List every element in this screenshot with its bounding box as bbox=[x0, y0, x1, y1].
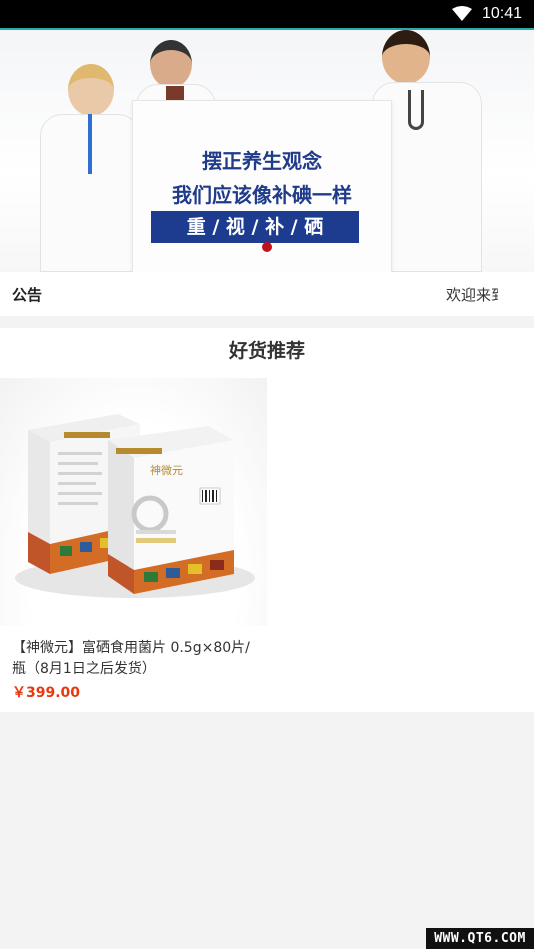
person-figure bbox=[40, 62, 140, 272]
product-price: ￥399.00 bbox=[12, 685, 81, 701]
site-watermark: WWW.QT6.COM bbox=[426, 928, 534, 949]
notice-bar[interactable]: 公告 欢迎来到 bbox=[0, 272, 534, 316]
section-title: 好货推荐 bbox=[228, 340, 305, 362]
notice-marquee-text[interactable]: 欢迎来到 bbox=[446, 284, 498, 305]
carousel-indicator-dot[interactable] bbox=[262, 242, 272, 252]
banner-carousel[interactable]: 摆正养生观念 我们应该像补碘一样 重 / 视 / 补 / 硒 bbox=[0, 28, 534, 272]
product-box-image[interactable]: 神微元 bbox=[0, 378, 267, 626]
product-card[interactable]: 神微元 【神微元】富硒食用菌片 0.5g×80片/瓶（8月1日之后发货） ￥39… bbox=[0, 378, 267, 708]
status-time: 10:41 bbox=[481, 5, 522, 22]
banner-subheadline: 我们应该像补碘一样 bbox=[172, 183, 352, 207]
status-bar: 10:41 bbox=[0, 0, 534, 28]
wifi-icon bbox=[451, 6, 472, 21]
banner-highlight: 重 / 视 / 补 / 硒 bbox=[151, 211, 359, 243]
notice-label: 公告 bbox=[12, 286, 43, 304]
product-box-graphic: 神微元 bbox=[15, 414, 255, 598]
svg-text:神微元: 神微元 bbox=[150, 463, 183, 477]
recommended-goods-section: 好货推荐 神微元 【神微元】富硒食用菌片 0.5g×80片/瓶（8月1日之后发货… bbox=[0, 328, 534, 712]
product-name[interactable]: 【神微元】富硒食用菌片 0.5g×80片/瓶（8月1日之后发货） bbox=[12, 638, 257, 680]
banner-headline: 摆正养生观念 bbox=[202, 149, 322, 173]
